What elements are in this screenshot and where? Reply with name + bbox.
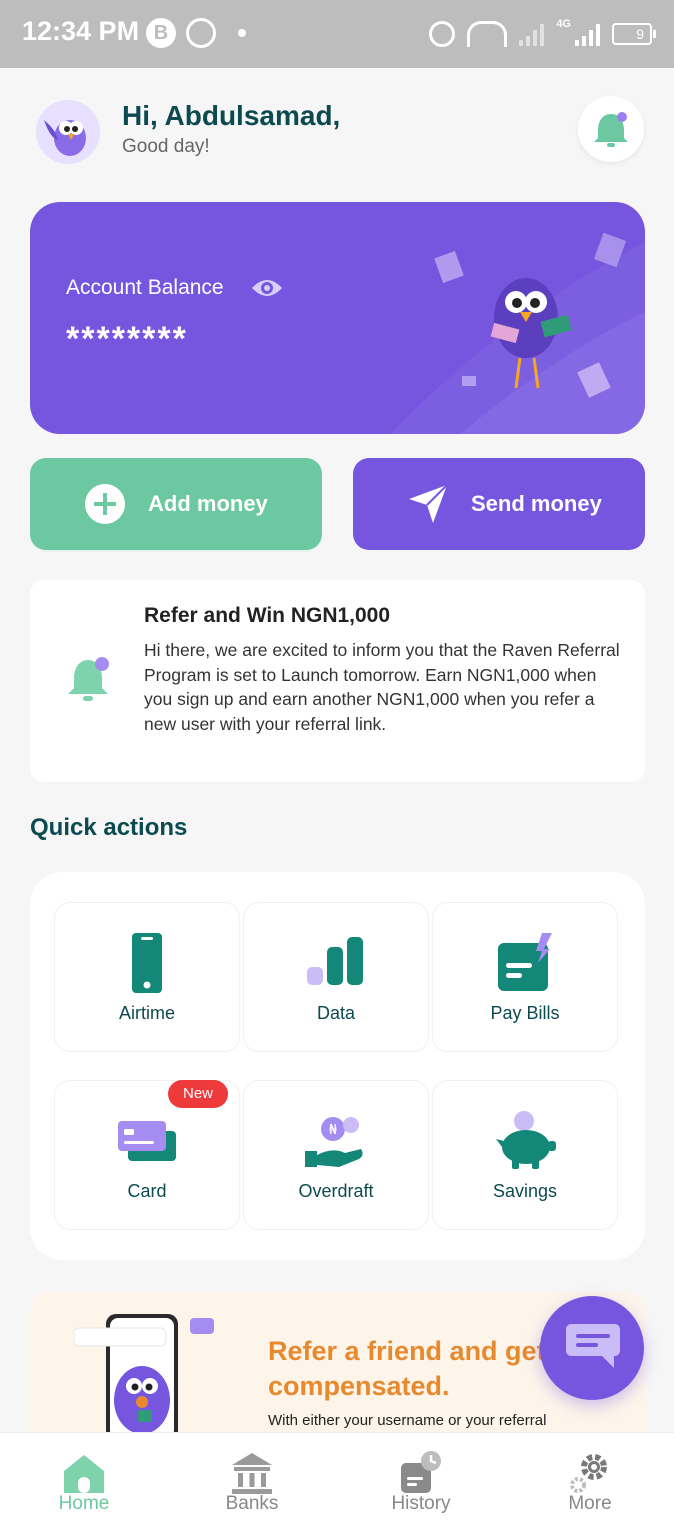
notice-body: Hi there, we are excited to inform you t… (144, 640, 620, 734)
nav-home-label: Home (58, 1493, 110, 1514)
eye-icon[interactable] (250, 276, 284, 300)
nav-home[interactable]: Home (14, 1433, 154, 1536)
balance-card: Account Balance ******** (30, 202, 645, 434)
signal-icon (519, 22, 545, 46)
status-icons: 4G 9 (429, 16, 656, 52)
phone-icon (132, 933, 162, 993)
airtime-tile[interactable]: Airtime (54, 902, 240, 1052)
plus-circle-icon (85, 484, 125, 524)
new-badge: New (168, 1080, 228, 1108)
pay-bills-tile[interactable]: Pay Bills (432, 902, 618, 1052)
history-icon (401, 1451, 441, 1493)
bottom-navigation: Home Banks History More (0, 1432, 674, 1536)
overdraft-label: Overdraft (298, 1181, 374, 1201)
promo-subtitle: With either your username or your referr… (268, 1412, 547, 1429)
send-money-button[interactable]: Send money (353, 458, 645, 550)
network-type: 4G (556, 18, 571, 30)
settings-gear-icon (570, 1454, 607, 1493)
greeting-subtitle: Good day! (122, 136, 210, 157)
avatar[interactable] (36, 100, 100, 164)
send-arrow-icon (409, 484, 448, 523)
notice-title: Refer and Win NGN1,000 (144, 604, 391, 627)
quick-actions-title: Quick actions (30, 814, 188, 841)
notice-bell-icon (68, 657, 109, 701)
support-chat-button[interactable] (540, 1296, 644, 1400)
nav-history-label: History (391, 1493, 451, 1514)
bird-mascot-icon (44, 120, 86, 156)
add-money-button[interactable]: Add money (30, 458, 322, 550)
signal-4g-icon (575, 22, 600, 46)
add-money-label: Add money (148, 491, 268, 516)
bird-money-mascot-icon (434, 232, 627, 398)
referral-notice-card[interactable]: Refer and Win NGN1,000 Hi there, we are … (30, 580, 645, 782)
whatsapp-icon (186, 18, 216, 48)
nav-more-label: More (568, 1493, 612, 1514)
home-icon (64, 1455, 104, 1493)
headphones-icon (467, 21, 508, 47)
balance-label: Account Balance (66, 276, 224, 299)
card-icon (118, 1121, 176, 1161)
savings-label: Savings (492, 1181, 558, 1201)
nav-more[interactable]: More (520, 1433, 660, 1536)
notifications-button[interactable] (578, 96, 644, 162)
status-bar: 12:34 PM B 4G 9 (0, 0, 674, 68)
overdraft-icon: ₦ (305, 1117, 363, 1167)
data-tile[interactable]: Data (243, 902, 429, 1052)
notification-dot-icon (238, 29, 246, 37)
bell-icon (594, 112, 628, 147)
data-bars-icon (307, 937, 363, 985)
phone-mascot-illustration-icon (74, 1314, 214, 1434)
pay-bills-label: Pay Bills (490, 1003, 560, 1023)
send-money-label: Send money (471, 491, 602, 516)
nav-banks[interactable]: Banks (182, 1433, 322, 1536)
b-app-icon: B (146, 18, 176, 48)
airtime-label: Airtime (118, 1003, 175, 1023)
bill-icon (498, 933, 552, 991)
nav-banks-label: Banks (225, 1493, 279, 1514)
status-time: 12:34 PM (22, 16, 140, 46)
piggy-bank-icon (496, 1111, 556, 1169)
svg-text:₦: ₦ (329, 1123, 338, 1138)
nav-history[interactable]: History (351, 1433, 491, 1536)
bank-icon (232, 1453, 272, 1494)
savings-tile[interactable]: Savings (432, 1080, 618, 1230)
chat-bubble-icon (566, 1324, 620, 1368)
quick-actions-panel: Airtime Data Pay Bills Card ₦ Overdraft … (30, 872, 645, 1260)
card-label: Card (127, 1181, 167, 1201)
battery-icon: 9 (612, 23, 656, 45)
alarm-icon (429, 21, 456, 47)
overdraft-tile[interactable]: ₦ Overdraft (243, 1080, 429, 1230)
promo-title: Refer a friend and get compensated. (268, 1336, 546, 1401)
battery-level: 9 (636, 26, 644, 42)
greeting: Hi, Abdulsamad, (122, 100, 341, 131)
data-label: Data (316, 1003, 356, 1023)
balance-value: ******** (66, 320, 188, 358)
